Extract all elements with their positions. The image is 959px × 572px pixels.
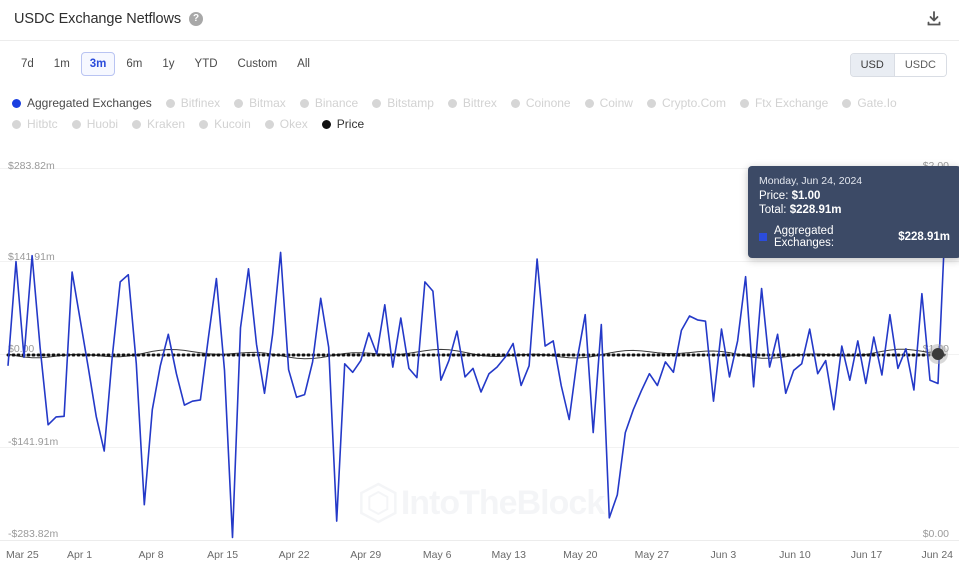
currency-button-usdc[interactable]: USDC (894, 54, 946, 76)
legend-label: Kraken (147, 117, 186, 131)
legend-dot-icon (71, 119, 81, 129)
tooltip-date: Monday, Jun 24, 2024 (759, 175, 863, 187)
legend-label: Crypto.Com (661, 96, 726, 110)
x-axis-tick-label: May 6 (422, 549, 452, 561)
legend-label: Coinw (599, 96, 633, 110)
x-axis-tick-label: Apr 22 (278, 549, 310, 561)
legend-dot-icon (264, 119, 274, 129)
legend-label: Gate.Io (857, 96, 897, 110)
legend-label: Bitmax (249, 96, 286, 110)
x-axis-tick-label: Apr 15 (207, 549, 239, 561)
legend-item-bitstamp[interactable]: Bitstamp (372, 94, 434, 112)
legend-item-huobi[interactable]: Huobi (71, 115, 119, 133)
tooltip-price-row: Price: $1.00 (759, 190, 950, 202)
legend-dot-icon (372, 98, 382, 108)
range-button-3m[interactable]: 3m (80, 52, 116, 76)
x-axis: Mar 25 Apr 1 Apr 8 Apr 15 Apr 22 Apr 29 May 6 M… (0, 540, 959, 572)
legend-label: Ftx Exchange (754, 96, 829, 110)
legend-dot-icon (842, 98, 852, 108)
legend-item-binance[interactable]: Binance (299, 94, 359, 112)
legend-item-coinone[interactable]: Coinone (510, 94, 571, 112)
download-icon[interactable] (923, 8, 945, 30)
legend-label: Huobi (86, 117, 119, 131)
legend-dot-icon (739, 98, 749, 108)
legend-dot-icon (299, 98, 309, 108)
legend-label: Okex (279, 117, 308, 131)
range-button-custom[interactable]: Custom (229, 52, 287, 76)
currency-button-usd[interactable]: USD (850, 54, 894, 76)
legend-item-okex[interactable]: Okex (264, 115, 308, 133)
legend-item-ftx-exchange[interactable]: Ftx Exchange (739, 94, 829, 112)
chart-header: USDC Exchange Netflows ? (0, 0, 959, 38)
range-button-all[interactable]: All (288, 52, 319, 76)
legend-label: Hitbtc (27, 117, 58, 131)
legend-item-kraken[interactable]: Kraken (132, 115, 185, 133)
legend-item-hitbtc[interactable]: Hitbtc (12, 115, 58, 133)
legend-item-price[interactable]: Price (321, 115, 365, 133)
legend-item-kucoin[interactable]: Kucoin (199, 115, 251, 133)
tooltip-price-value: $1.00 (791, 190, 821, 202)
tooltip-series-swatch (759, 233, 767, 241)
header-divider (0, 40, 959, 41)
tooltip-series-row: Aggregated Exchanges: $228.91m (759, 225, 950, 249)
range-button-7d[interactable]: 7d (12, 52, 43, 76)
legend-dot-icon (321, 119, 331, 129)
legend-dot-icon (12, 98, 21, 108)
legend-label: Bitstamp (387, 96, 434, 110)
x-axis-tick-label: Apr 8 (138, 549, 164, 561)
x-axis-tick-label: Jun 17 (850, 549, 883, 561)
legend-item-crypto-com[interactable]: Crypto.Com (646, 94, 726, 112)
legend-dot-icon (199, 119, 209, 129)
legend-label: Bittrex (462, 96, 497, 110)
page-title: USDC Exchange Netflows (14, 11, 182, 27)
x-axis-tick-label: Jun 3 (710, 549, 737, 561)
legend-label: Binance (314, 96, 359, 110)
legend-item-bitmax[interactable]: Bitmax (234, 94, 286, 112)
tooltip-total-value: $228.91m (789, 204, 842, 216)
legend-item-coinw[interactable]: Coinw (584, 94, 633, 112)
legend-dot-icon (510, 98, 520, 108)
legend-dot-icon (447, 98, 457, 108)
x-axis-tick-label: Apr 1 (66, 549, 93, 561)
legend-label: Coinone (525, 96, 571, 110)
x-axis-tick-label: May 13 (491, 549, 526, 561)
legend-dot-icon (165, 98, 175, 108)
tooltip-total-label: Total: (759, 204, 787, 216)
time-range-group: 7d 1m 3m 6m 1y YTD Custom All (12, 52, 319, 76)
legend-label: Kucoin (214, 117, 251, 131)
legend-dot-icon (12, 119, 21, 129)
currency-toggle-group: USD USDC (849, 53, 947, 77)
range-button-1m[interactable]: 1m (45, 52, 79, 76)
legend-label: Price (336, 117, 365, 131)
help-icon[interactable]: ? (189, 12, 204, 26)
legend-label: Bitfinex (180, 96, 221, 110)
legend-dot-icon (132, 119, 142, 129)
tooltip-series-value: $228.91m (898, 231, 950, 243)
chart-tooltip: Monday, Jun 24, 2024 Price: $1.00 Total:… (748, 166, 959, 258)
range-button-1y[interactable]: 1y (153, 52, 183, 76)
x-axis-tick-label: Jun 24 (921, 549, 953, 561)
x-axis-tick-label: May 20 (563, 549, 598, 561)
price-end-marker[interactable] (932, 348, 944, 360)
chart-legend: Aggregated Exchanges Bitfinex Bitmax Binanc… (12, 94, 952, 136)
range-button-ytd[interactable]: YTD (186, 52, 227, 76)
legend-item-bittrex[interactable]: Bittrex (447, 94, 497, 112)
tooltip-price-label: Price: (759, 190, 789, 202)
range-button-6m[interactable]: 6m (117, 52, 151, 76)
legend-dot-icon (234, 98, 244, 108)
x-axis-tick-label: Jun 10 (779, 549, 811, 561)
legend-label: Aggregated Exchanges (27, 96, 152, 110)
legend-item-aggregated-exchanges[interactable]: Aggregated Exchanges (12, 94, 152, 112)
tooltip-series-label: Aggregated Exchanges: (774, 225, 835, 249)
tooltip-total-row: Total: $228.91m (759, 204, 950, 216)
legend-dot-icon (584, 98, 594, 108)
x-axis-tick-label: May 27 (634, 549, 670, 561)
legend-item-gate-io[interactable]: Gate.Io (842, 94, 897, 112)
x-axis-tick-label: Mar 25 (6, 549, 39, 561)
chart-plot-area: $283.82m $141.91m $0.00 -$141.91m -$283.… (0, 150, 959, 541)
legend-item-bitfinex[interactable]: Bitfinex (165, 94, 221, 112)
legend-dot-icon (646, 98, 656, 108)
x-axis-tick-label: Apr 29 (350, 549, 382, 561)
chart-controls: 7d 1m 3m 6m 1y YTD Custom All USD USDC (0, 52, 959, 84)
